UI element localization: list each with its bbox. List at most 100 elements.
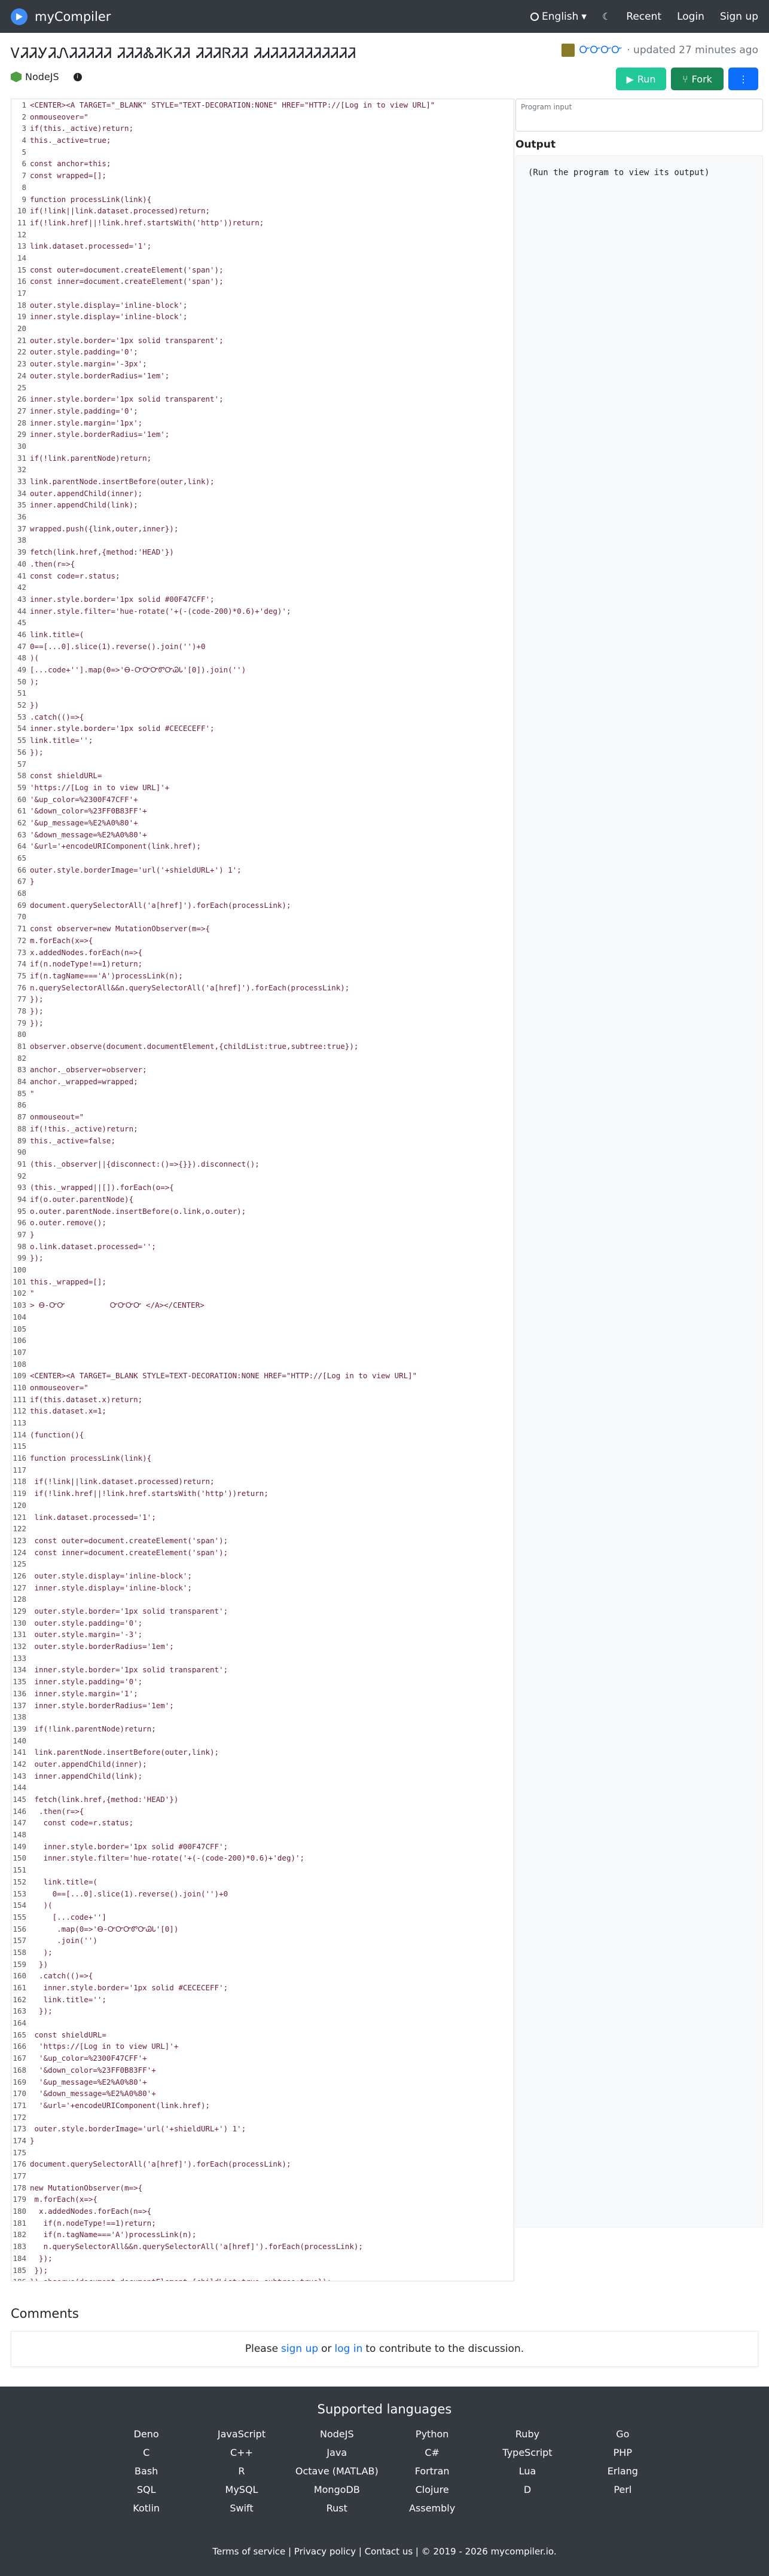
footer-links[interactable]: Terms of service | Privacy policy | Cont… bbox=[0, 2546, 769, 2557]
code-line[interactable]: 47 0==[...0].slice(1).reverse().join('')+… bbox=[11, 641, 514, 653]
code-line[interactable]: 152 link.title=( bbox=[11, 1876, 514, 1888]
code-line[interactable]: 28 inner.style.margin='1px'; bbox=[11, 417, 514, 429]
code-line[interactable]: 110 onmouseover=" bbox=[11, 1382, 514, 1394]
brand-logo[interactable]: myCompiler bbox=[11, 8, 111, 25]
code-line[interactable]: 179 m.forEach(x=>{ bbox=[11, 2193, 514, 2205]
code-line[interactable]: 106 bbox=[11, 1335, 514, 1347]
footer-language-link[interactable]: C bbox=[99, 2447, 194, 2458]
code-line[interactable]: 29 inner.style.borderRadius='1em'; bbox=[11, 429, 514, 440]
code-line[interactable]: 186}).observe(document.documentElement,{… bbox=[11, 2276, 514, 2281]
footer-language-link[interactable]: SQL bbox=[99, 2484, 194, 2495]
code-line[interactable]: 36 bbox=[11, 511, 514, 523]
code-line[interactable]: 176 document.querySelectorAll('a[href]').… bbox=[11, 2158, 514, 2170]
footer-language-link[interactable]: TypeScript bbox=[480, 2447, 575, 2458]
code-line[interactable]: 86 bbox=[11, 1099, 514, 1111]
footer-language-link[interactable]: Bash bbox=[99, 2465, 194, 2477]
code-line[interactable]: 12 bbox=[11, 229, 514, 241]
code-line[interactable]: 2 onmouseover=" bbox=[11, 111, 514, 123]
code-line[interactable]: 3 if(this._active)return; bbox=[11, 123, 514, 134]
code-line[interactable]: 81 observer.observe(document.documentElem… bbox=[11, 1041, 514, 1053]
code-line[interactable]: 169 '&up_message=%E2%A0%80'+ bbox=[11, 2076, 514, 2088]
code-line[interactable]: 94 if(o.outer.parentNode){ bbox=[11, 1194, 514, 1206]
code-line[interactable]: 34 outer.appendChild(inner); bbox=[11, 488, 514, 500]
code-line[interactable]: 69 document.querySelectorAll('a[href]').f… bbox=[11, 900, 514, 911]
code-line[interactable]: 57 bbox=[11, 758, 514, 770]
code-line[interactable]: 109 <CENTER><A TARGET=_BLANK STYLE=TEXT-D… bbox=[11, 1370, 514, 1382]
code-line[interactable]: 150 inner.style.filter='hue-rotate('+(-(… bbox=[11, 1852, 514, 1864]
footer-language-link[interactable]: Rust bbox=[289, 2502, 384, 2514]
code-line[interactable]: 77}); bbox=[11, 993, 514, 1005]
code-line[interactable]: 71 const observer=new MutationObserver(m=… bbox=[11, 923, 514, 935]
theme-toggle-icon[interactable]: ☾ bbox=[602, 11, 611, 22]
code-line[interactable]: 83 anchor._observer=observer; bbox=[11, 1064, 514, 1076]
footer-language-link[interactable]: Clojure bbox=[384, 2484, 480, 2495]
code-line[interactable]: 89 this._active=false; bbox=[11, 1135, 514, 1147]
code-line[interactable]: 90 bbox=[11, 1146, 514, 1158]
code-line[interactable]: 80 bbox=[11, 1029, 514, 1041]
code-line[interactable]: 155 [...code+''] bbox=[11, 1911, 514, 1923]
code-line[interactable]: 22 outer.style.padding='0'; bbox=[11, 346, 514, 358]
code-line[interactable]: 98 o.link.dataset.processed=''; bbox=[11, 1241, 514, 1253]
footer-language-link[interactable]: Python bbox=[384, 2428, 480, 2440]
code-line[interactable]: 139 if(!link.parentNode)return; bbox=[11, 1723, 514, 1735]
code-line[interactable]: 6 const anchor=this; bbox=[11, 158, 514, 170]
code-line[interactable]: 23 outer.style.margin='-3px'; bbox=[11, 358, 514, 370]
code-line[interactable]: 142 outer.appendChild(inner); bbox=[11, 1758, 514, 1770]
footer-language-link[interactable]: JavaScript bbox=[194, 2428, 289, 2440]
code-line[interactable]: 143 inner.appendChild(link); bbox=[11, 1770, 514, 1782]
code-line[interactable]: 70 bbox=[11, 911, 514, 923]
code-line[interactable]: 58 const shieldURL= bbox=[11, 770, 514, 782]
footer-language-link[interactable]: Ruby bbox=[480, 2428, 575, 2440]
code-line[interactable]: 154 )( bbox=[11, 1899, 514, 1911]
code-line[interactable]: 9 function processLink(link){ bbox=[11, 194, 514, 206]
code-line[interactable]: 67} bbox=[11, 876, 514, 888]
code-line[interactable]: 5 bbox=[11, 146, 514, 158]
footer-language-link[interactable]: Java bbox=[289, 2447, 384, 2458]
code-line[interactable]: 107 bbox=[11, 1347, 514, 1359]
code-editor[interactable]: 1 <CENTER><A TARGET="_BLANK" STYLE="TEXT-… bbox=[11, 99, 514, 2281]
code-line[interactable]: 52}) bbox=[11, 699, 514, 711]
code-line[interactable]: 95 o.outer.parentNode.insertBefore(o.link… bbox=[11, 1206, 514, 1217]
code-line[interactable]: 147 const code=r.status; bbox=[11, 1817, 514, 1829]
code-line[interactable]: 13 link.dataset.processed='1'; bbox=[11, 240, 514, 252]
code-line[interactable]: 146 .then(r=>{ bbox=[11, 1806, 514, 1818]
footer-language-link[interactable]: MongoDB bbox=[289, 2484, 384, 2495]
code-line[interactable]: 172 bbox=[11, 2112, 514, 2124]
code-line[interactable]: 183 n.querySelectorAll&&n.querySelectorA… bbox=[11, 2241, 514, 2253]
code-line[interactable]: 121 link.dataset.processed='1'; bbox=[11, 1512, 514, 1523]
footer-language-link[interactable]: C++ bbox=[194, 2447, 289, 2458]
code-line[interactable]: 157 .join('') bbox=[11, 1935, 514, 1947]
code-line[interactable]: 113 bbox=[11, 1417, 514, 1429]
code-line[interactable]: 84 anchor._wrapped=wrapped; bbox=[11, 1076, 514, 1088]
code-line[interactable]: 133 bbox=[11, 1653, 514, 1665]
code-line[interactable]: 101 this._wrapped=[]; bbox=[11, 1276, 514, 1288]
code-line[interactable]: 140 bbox=[11, 1735, 514, 1747]
code-line[interactable]: 148 bbox=[11, 1829, 514, 1841]
code-line[interactable]: 184 }); bbox=[11, 2253, 514, 2265]
code-line[interactable]: 14 bbox=[11, 252, 514, 264]
code-line[interactable]: 39 fetch(link.href,{method:'HEAD'}) bbox=[11, 546, 514, 558]
run-button[interactable]: ▶ Run bbox=[616, 68, 666, 90]
code-line[interactable]: 91 (this._observer||{disconnect:()=>{}}).… bbox=[11, 1158, 514, 1170]
footer-language-link[interactable]: NodeJS bbox=[289, 2428, 384, 2440]
footer-language-link[interactable]: PHP bbox=[575, 2447, 670, 2458]
code-line[interactable]: 103 > Ꮎ-ᏅᏅ ᏅᏅᏅᏅ </A></CENTER> bbox=[11, 1299, 514, 1311]
code-line[interactable]: 18 outer.style.display='inline-block'; bbox=[11, 299, 514, 311]
code-line[interactable]: 118 if(!link||link.dataset.processed)ret… bbox=[11, 1476, 514, 1488]
code-line[interactable]: 87 onmouseout=" bbox=[11, 1111, 514, 1123]
code-line[interactable]: 17 bbox=[11, 287, 514, 299]
code-line[interactable]: 173 outer.style.borderImage='url('+shiel… bbox=[11, 2123, 514, 2135]
code-line[interactable]: 163 }); bbox=[11, 2005, 514, 2017]
code-line[interactable]: 56}); bbox=[11, 747, 514, 758]
code-line[interactable]: 180 x.addedNodes.forEach(n=>{ bbox=[11, 2205, 514, 2217]
code-line[interactable]: 129 outer.style.border='1px solid transp… bbox=[11, 1605, 514, 1617]
code-line[interactable]: 53 .catch(()=>{ bbox=[11, 711, 514, 723]
code-line[interactable]: 115 bbox=[11, 1440, 514, 1452]
code-line[interactable]: 88 if(!this._active)return; bbox=[11, 1123, 514, 1135]
code-line[interactable]: 38 bbox=[11, 534, 514, 546]
code-line[interactable]: 93 (this._wrapped||[]).forEach(o=>{ bbox=[11, 1182, 514, 1194]
signup-link[interactable]: Sign up bbox=[720, 11, 758, 23]
code-line[interactable]: 136 inner.style.margin='1'; bbox=[11, 1688, 514, 1700]
code-line[interactable]: 134 inner.style.border='1px solid transp… bbox=[11, 1664, 514, 1676]
code-line[interactable]: 82 bbox=[11, 1053, 514, 1064]
